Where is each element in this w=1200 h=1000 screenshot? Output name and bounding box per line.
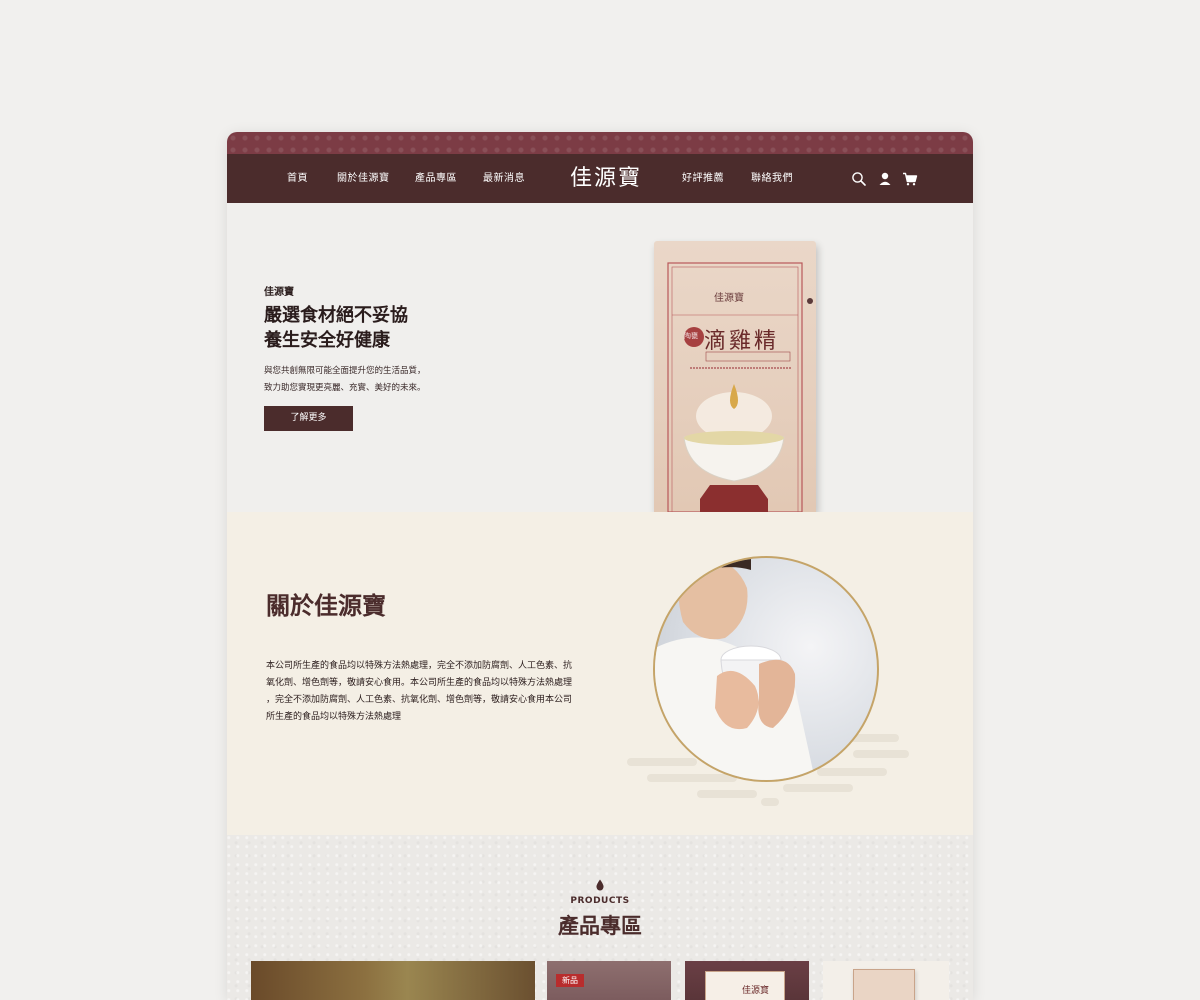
- hero-brand: 佳源寶: [264, 287, 294, 298]
- about-text-line: 氧化劑、增色劑等，敬請安心食用。本公司所生產的食品均以特殊方法熱處理: [266, 678, 573, 688]
- learn-more-button[interactable]: 了解更多: [264, 406, 353, 431]
- cloud-decoration: [647, 774, 737, 782]
- product-card[interactable]: [251, 961, 535, 1000]
- about-text-line: ，完全不添加防腐劑、人工色素、抗氧化劑、增色劑等，敬請安心食用本公司: [266, 695, 573, 705]
- about-text-line: 所生產的食品均以特殊方法熱處理: [266, 712, 402, 722]
- hero-title: 嚴選食材絕不妥協 養生安全好健康: [264, 303, 408, 353]
- hero-title-line2: 養生安全好健康: [264, 330, 390, 351]
- new-badge: 新品: [556, 974, 584, 987]
- drop-icon: [596, 879, 604, 891]
- main-nav: 首頁 關於佳源寶 產品專區 最新消息 佳源寶 好評推薦 聯絡我們: [227, 154, 973, 203]
- product-pouch-image: [853, 969, 915, 1000]
- nav-reviews[interactable]: 好評推薦: [682, 154, 724, 203]
- search-icon[interactable]: [851, 171, 867, 187]
- user-icon[interactable]: [877, 171, 893, 187]
- about-text-line: 本公司所生產的食品均以特殊方法熱處理，完全不添加防腐劑、人工色素、抗: [266, 661, 573, 671]
- site-window: 首頁 關於佳源寶 產品專區 最新消息 佳源寶 好評推薦 聯絡我們 佳源寶 嚴選食…: [227, 132, 973, 1000]
- decorative-top-strip: [227, 132, 973, 154]
- nav-about[interactable]: 關於佳源寶: [337, 154, 390, 203]
- cloud-decoration: [761, 798, 779, 806]
- hero-desc-line2: 致力助您實現更亮麗、充實、美好的未來。: [264, 383, 426, 393]
- hero-title-line1: 嚴選食材絕不妥協: [264, 305, 408, 326]
- product-card[interactable]: 佳源寶: [685, 961, 809, 1000]
- about-text: 本公司所生產的食品均以特殊方法熱處理，完全不添加防腐劑、人工色素、抗 氧化劑、增…: [266, 658, 596, 726]
- product-card[interactable]: 新品: [547, 961, 671, 1000]
- site-logo[interactable]: 佳源寶: [570, 164, 642, 194]
- cloud-decoration: [853, 750, 909, 758]
- products-title: 產品專區: [558, 914, 642, 938]
- nav-home[interactable]: 首頁: [287, 154, 308, 203]
- product-box-label: 佳源寶: [742, 986, 770, 996]
- cloud-decoration: [817, 768, 887, 776]
- hero-description: 與您共創無限可能全面提升您的生活品質， 致力助您實現更亮麗、充實、美好的未來。: [264, 363, 426, 397]
- package-product-name: 滴雞精: [704, 329, 780, 354]
- product-package-image: 佳源寶 陶甕 滴雞精: [654, 241, 816, 512]
- about-section: 關於佳源寶 本公司所生產的食品均以特殊方法熱處理，完全不添加防腐劑、人工色素、抗…: [227, 512, 973, 835]
- product-box-image: 佳源寶: [705, 971, 785, 1000]
- cloud-decoration: [627, 758, 697, 766]
- about-photo: [653, 556, 879, 782]
- cloud-decoration: [783, 784, 853, 792]
- hero-section: 佳源寶 嚴選食材絕不妥協 養生安全好健康 與您共創無限可能全面提升您的生活品質，…: [227, 203, 973, 512]
- nav-products[interactable]: 產品專區: [415, 154, 457, 203]
- product-card[interactable]: [823, 961, 949, 1000]
- package-seal: 陶甕: [684, 332, 698, 340]
- about-title: 關於佳源寶: [266, 592, 386, 620]
- products-section: PRODUCTS 產品專區 新品 佳源寶: [227, 835, 973, 1000]
- cart-icon[interactable]: [902, 171, 918, 187]
- nav-news[interactable]: 最新消息: [483, 154, 525, 203]
- hero-desc-line1: 與您共創無限可能全面提升您的生活品質，: [264, 366, 426, 376]
- products-subtitle: PRODUCTS: [570, 896, 630, 906]
- nav-contact[interactable]: 聯絡我們: [751, 154, 793, 203]
- cloud-decoration: [697, 790, 757, 798]
- package-brand: 佳源寶: [714, 293, 744, 304]
